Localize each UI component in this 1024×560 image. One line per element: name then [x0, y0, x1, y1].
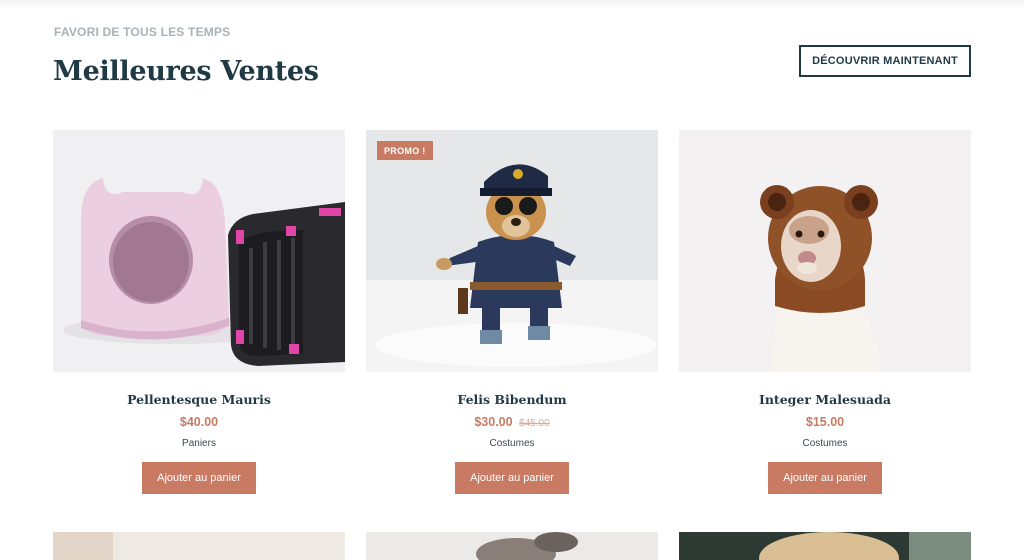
- add-to-cart-button[interactable]: Ajouter au panier: [768, 462, 882, 494]
- current-price: $30.00: [474, 415, 513, 429]
- product-name[interactable]: Pellentesque Mauris: [53, 392, 345, 407]
- product-image-cat-house-and-carrier[interactable]: [53, 130, 345, 372]
- discover-now-button[interactable]: DÉCOUVRIR MAINTENANT: [799, 45, 971, 77]
- product-price: $15.00: [679, 415, 971, 429]
- add-to-cart-button[interactable]: Ajouter au panier: [455, 462, 569, 494]
- current-price: $15.00: [805, 415, 845, 429]
- product-name[interactable]: Integer Malesuada: [679, 392, 971, 407]
- product-name[interactable]: Felis Bibendum: [366, 392, 658, 407]
- page-top-edge: [0, 0, 1024, 10]
- product-price: $30.00 $45.00: [366, 415, 658, 429]
- product-image-partial[interactable]: [679, 532, 971, 560]
- promo-badge: PROMO !: [377, 141, 433, 160]
- current-price: $40.00: [179, 415, 219, 429]
- product-image-partial[interactable]: [53, 532, 345, 560]
- add-to-cart-button[interactable]: Ajouter au panier: [142, 462, 256, 494]
- product-card: Pellentesque Mauris $40.00 Paniers Ajout…: [53, 130, 345, 494]
- section-eyebrow: FAVORI DE TOUS LES TEMPS: [54, 25, 231, 39]
- product-category[interactable]: Costumes: [679, 438, 971, 449]
- product-category[interactable]: Costumes: [366, 438, 658, 449]
- product-card: PROMO ! Felis Bibendum $30.00 $45.00 Cos…: [366, 130, 658, 494]
- product-card: Integer Malesuada $15.00 Costumes Ajoute…: [679, 130, 971, 494]
- product-image-dog-police-costume[interactable]: PROMO !: [366, 130, 658, 372]
- product-category[interactable]: Paniers: [53, 438, 345, 449]
- original-price: $45.00: [519, 418, 550, 429]
- product-image-partial[interactable]: [366, 532, 658, 560]
- section-title: Meilleures Ventes: [53, 56, 319, 87]
- product-image-dog-bear-costume[interactable]: [679, 130, 971, 372]
- product-price: $40.00: [53, 415, 345, 429]
